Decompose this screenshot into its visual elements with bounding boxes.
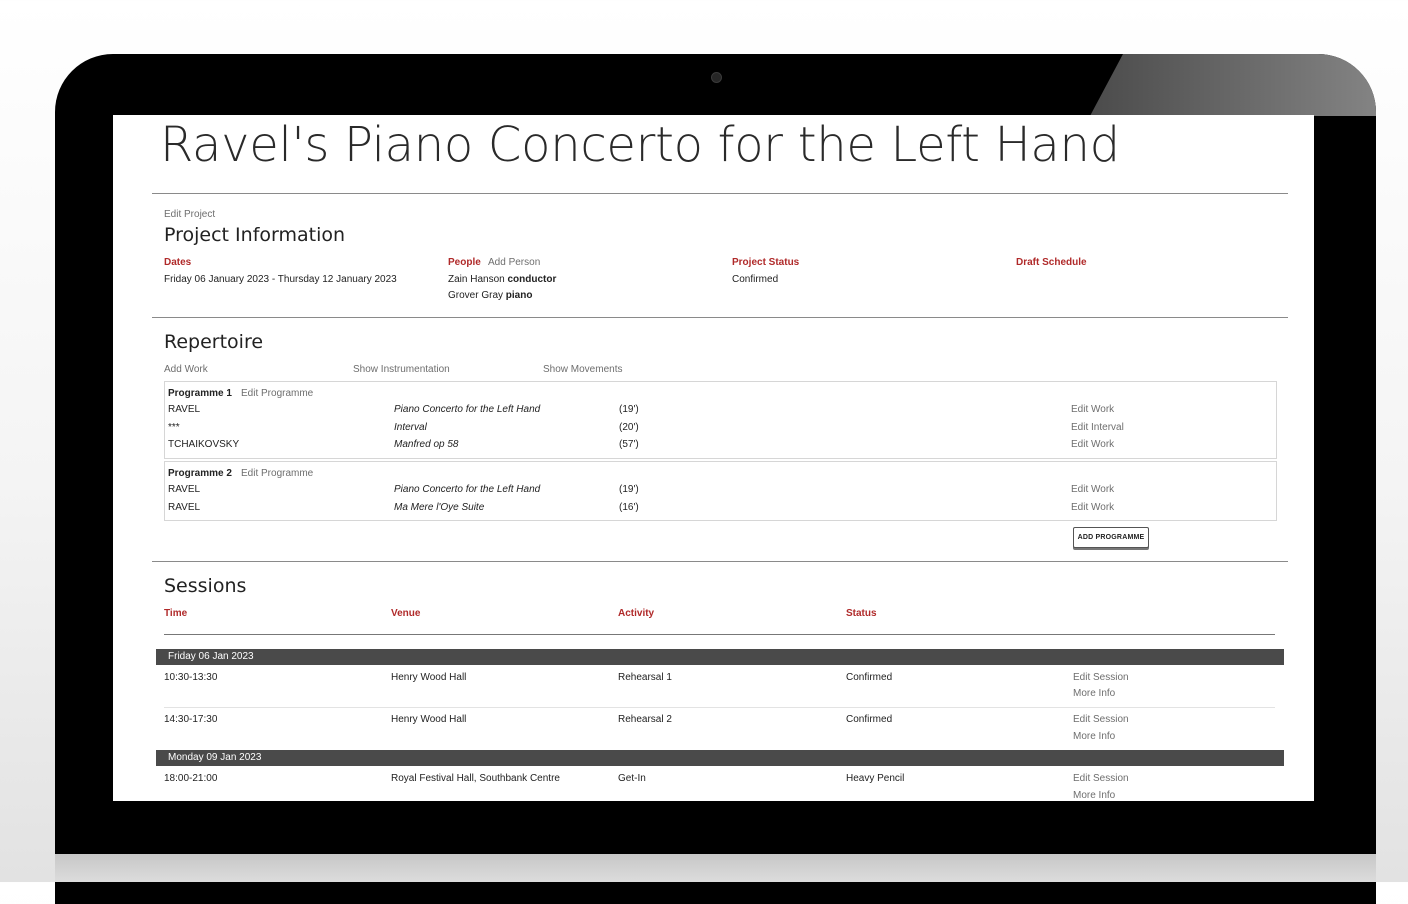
- person-name: Grover Gray: [448, 290, 504, 301]
- draft-schedule-link[interactable]: Draft Schedule: [1016, 257, 1087, 268]
- person-role: piano: [505, 290, 533, 301]
- work-title: Manfred op 58: [394, 439, 459, 450]
- work-title: Piano Concerto for the Left Hand: [394, 484, 541, 495]
- sessions-heading: Sessions: [164, 575, 247, 597]
- session-venue: Royal Festival Hall, Southbank Centre: [391, 773, 560, 784]
- work-composer: TCHAIKOVSKY: [168, 439, 240, 450]
- person-row: Grover Gray piano: [448, 290, 532, 301]
- column-time[interactable]: Time: [164, 608, 187, 619]
- edit-session-link[interactable]: Edit Session: [1073, 714, 1129, 725]
- column-status[interactable]: Status: [846, 608, 877, 619]
- camera-icon: [711, 72, 722, 83]
- row-divider: [164, 707, 1275, 708]
- app-screen: Ravel's Piano Concerto for the Left Hand…: [113, 115, 1314, 801]
- dates-label: Dates: [164, 257, 192, 268]
- divider: [152, 193, 1288, 194]
- work-duration: (19'): [619, 484, 639, 495]
- edit-work-link[interactable]: Edit Work: [1071, 484, 1114, 495]
- header-divider: [164, 634, 1275, 635]
- divider: [152, 561, 1288, 562]
- more-info-link[interactable]: More Info: [1073, 790, 1115, 801]
- column-venue[interactable]: Venue: [391, 608, 420, 619]
- edit-work-link[interactable]: Edit Work: [1071, 439, 1114, 450]
- project-info-heading: Project Information: [164, 224, 346, 246]
- edit-session-link[interactable]: Edit Session: [1073, 773, 1129, 784]
- divider: [152, 317, 1288, 318]
- session-time: 18:00-21:00: [164, 773, 218, 784]
- project-status-label: Project Status: [732, 257, 800, 268]
- session-venue: Henry Wood Hall: [391, 714, 467, 725]
- add-programme-button[interactable]: ADD PROGRAMME: [1073, 527, 1149, 548]
- day-header: Monday 09 Jan 2023: [156, 750, 1284, 766]
- day-label: Monday 09 Jan 2023: [168, 752, 262, 763]
- repertoire-heading: Repertoire: [164, 331, 264, 353]
- edit-project-link[interactable]: Edit Project: [164, 209, 215, 220]
- column-activity[interactable]: Activity: [618, 608, 654, 619]
- work-duration: (57'): [619, 439, 639, 450]
- session-activity: Rehearsal 1: [618, 672, 672, 683]
- work-composer: RAVEL: [168, 404, 201, 415]
- work-title: Interval: [394, 422, 427, 433]
- session-time: 14:30-17:30: [164, 714, 218, 725]
- add-person-link[interactable]: Add Person: [488, 257, 540, 268]
- edit-programme-link[interactable]: Edit Programme: [241, 388, 313, 399]
- edit-interval-link[interactable]: Edit Interval: [1071, 422, 1124, 433]
- edit-session-link[interactable]: Edit Session: [1073, 672, 1129, 683]
- work-duration: (19'): [619, 404, 639, 415]
- add-work-link[interactable]: Add Work: [164, 364, 208, 375]
- edit-work-link[interactable]: Edit Work: [1071, 404, 1114, 415]
- session-activity: Get-In: [618, 773, 646, 784]
- work-duration: (20'): [619, 422, 639, 433]
- programme-label: Programme 2: [168, 468, 232, 479]
- work-composer: RAVEL: [168, 484, 201, 495]
- work-title: Piano Concerto for the Left Hand: [394, 404, 541, 415]
- day-label: Friday 06 Jan 2023: [168, 651, 254, 662]
- session-status: Confirmed: [846, 714, 893, 725]
- laptop-base: [55, 854, 1376, 882]
- dates-value: Friday 06 January 2023 - Thursday 12 Jan…: [164, 274, 397, 285]
- screen-glare: [1090, 54, 1376, 116]
- day-header: Friday 06 Jan 2023: [156, 649, 1284, 665]
- work-composer: ***: [168, 422, 180, 433]
- session-time: 10:30-13:30: [164, 672, 218, 683]
- edit-work-link[interactable]: Edit Work: [1071, 502, 1114, 513]
- work-title: Ma Mere l'Oye Suite: [394, 502, 485, 513]
- person-role: conductor: [507, 274, 557, 285]
- person-row: Zain Hanson conductor: [448, 274, 556, 285]
- show-instrumentation-link[interactable]: Show Instrumentation: [353, 364, 450, 375]
- show-movements-link[interactable]: Show Movements: [543, 364, 622, 375]
- session-status: Heavy Pencil: [846, 773, 905, 784]
- session-status: Confirmed: [846, 672, 893, 683]
- edit-programme-link[interactable]: Edit Programme: [241, 468, 313, 479]
- page-title: Ravel's Piano Concerto for the Left Hand: [160, 117, 1120, 173]
- people-label: People: [448, 257, 481, 268]
- project-status-value: Confirmed: [732, 274, 779, 285]
- programme-label: Programme 1: [168, 388, 232, 399]
- person-name: Zain Hanson: [448, 274, 505, 285]
- more-info-link[interactable]: More Info: [1073, 688, 1115, 699]
- more-info-link[interactable]: More Info: [1073, 731, 1115, 742]
- session-activity: Rehearsal 2: [618, 714, 672, 725]
- session-venue: Henry Wood Hall: [391, 672, 467, 683]
- work-composer: RAVEL: [168, 502, 201, 513]
- work-duration: (16'): [619, 502, 639, 513]
